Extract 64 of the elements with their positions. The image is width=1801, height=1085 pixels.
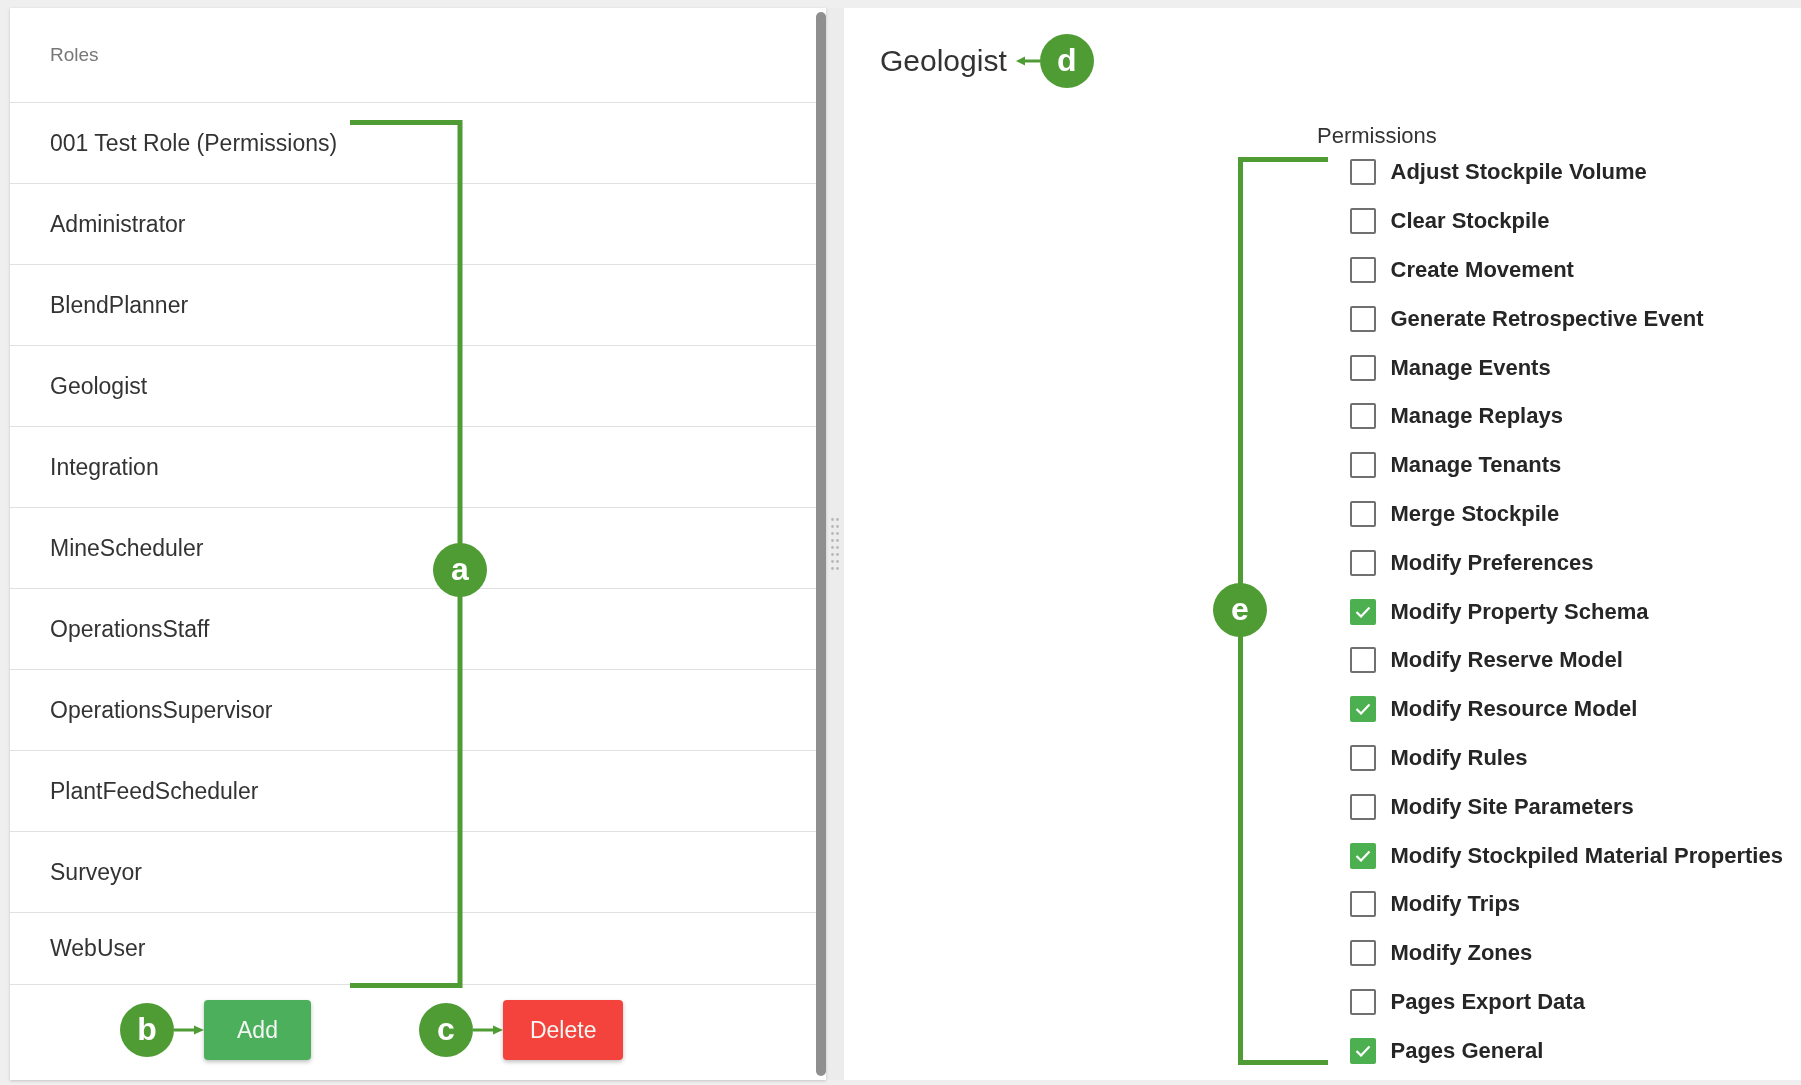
- checkbox[interactable]: [1349, 500, 1376, 527]
- checkmark-icon: [1354, 605, 1371, 618]
- grip-icon: [831, 518, 839, 570]
- role-list-item[interactable]: OperationsSupervisor: [10, 670, 816, 751]
- permission-label: Modify Preferences: [1390, 549, 1594, 576]
- checkbox[interactable]: [1349, 452, 1376, 479]
- checkbox[interactable]: [1349, 793, 1376, 820]
- role-list-item[interactable]: 001 Test Role (Permissions): [10, 103, 816, 184]
- checkbox[interactable]: [1349, 891, 1376, 918]
- permission-label: Modify Resource Model: [1390, 696, 1638, 723]
- arrow-icon: [174, 1024, 204, 1036]
- role-list-item[interactable]: WebUser: [10, 913, 816, 985]
- role-list-item[interactable]: BlendPlanner: [10, 265, 816, 346]
- checkbox[interactable]: [1349, 988, 1376, 1015]
- permission-label: Pages General: [1390, 1037, 1544, 1064]
- permission-label: Modify Property Schema: [1390, 598, 1649, 625]
- role-list-item[interactable]: Integration: [10, 427, 816, 508]
- permission-label: Manage Replays: [1390, 403, 1563, 430]
- permission-label: Adjust Stockpile Volume: [1390, 159, 1647, 186]
- checkbox[interactable]: [1349, 305, 1376, 332]
- checkbox[interactable]: [1349, 696, 1376, 723]
- callout-marker: d: [1039, 34, 1094, 88]
- checkbox[interactable]: [1349, 647, 1376, 674]
- list-header: Roles: [10, 8, 816, 103]
- permission-label: Merge Stockpile: [1390, 500, 1560, 527]
- permission-label: Pages Export Data: [1390, 988, 1585, 1015]
- permission-label: Modify Trips: [1390, 891, 1521, 918]
- checkbox[interactable]: [1349, 1037, 1376, 1064]
- checkbox[interactable]: [1349, 354, 1376, 381]
- role-list-item[interactable]: Administrator: [10, 184, 816, 265]
- role-title: Geologist: [880, 43, 1007, 79]
- permission-label: Modify Site Parameters: [1390, 793, 1634, 820]
- callout-marker: b: [120, 1003, 174, 1057]
- role-list-item[interactable]: Surveyor: [10, 832, 816, 913]
- permission-label: Generate Retrospective Event: [1390, 305, 1704, 332]
- checkbox[interactable]: [1349, 842, 1376, 869]
- checkmark-icon: [1354, 703, 1371, 716]
- checkbox[interactable]: [1349, 159, 1376, 186]
- checkbox[interactable]: [1349, 549, 1376, 576]
- checkbox[interactable]: [1349, 257, 1376, 283]
- callout-marker: e: [1213, 583, 1267, 637]
- permission-label: Manage Events: [1390, 354, 1551, 381]
- permission-label: Clear Stockpile: [1390, 208, 1550, 235]
- checkmark-icon: [1354, 1044, 1371, 1057]
- checkmark-icon: [1354, 849, 1371, 862]
- role-list-item[interactable]: PlantFeedScheduler: [10, 751, 816, 832]
- arrow-icon: [1015, 55, 1040, 67]
- callout-marker: a: [433, 543, 487, 597]
- permission-label: Manage Tenants: [1390, 452, 1562, 479]
- checkbox[interactable]: [1349, 208, 1376, 235]
- role-list-item[interactable]: Geologist: [10, 346, 816, 427]
- permission-label: Create Movement: [1390, 257, 1574, 283]
- checkbox[interactable]: [1349, 598, 1376, 625]
- scrollbar[interactable]: [816, 12, 826, 1076]
- arrow-icon: [472, 1024, 503, 1036]
- permission-label: Modify Zones: [1390, 940, 1533, 967]
- permissions-heading: Permissions: [1317, 124, 1438, 148]
- permission-label: Modify Reserve Model: [1390, 647, 1623, 674]
- callout-marker: c: [418, 1003, 473, 1057]
- checkbox[interactable]: [1349, 940, 1376, 967]
- permission-label: Modify Rules: [1390, 744, 1528, 771]
- checkbox[interactable]: [1349, 744, 1376, 771]
- permission-label: Modify Stockpiled Material Properties: [1390, 842, 1783, 869]
- checkbox[interactable]: [1349, 403, 1376, 430]
